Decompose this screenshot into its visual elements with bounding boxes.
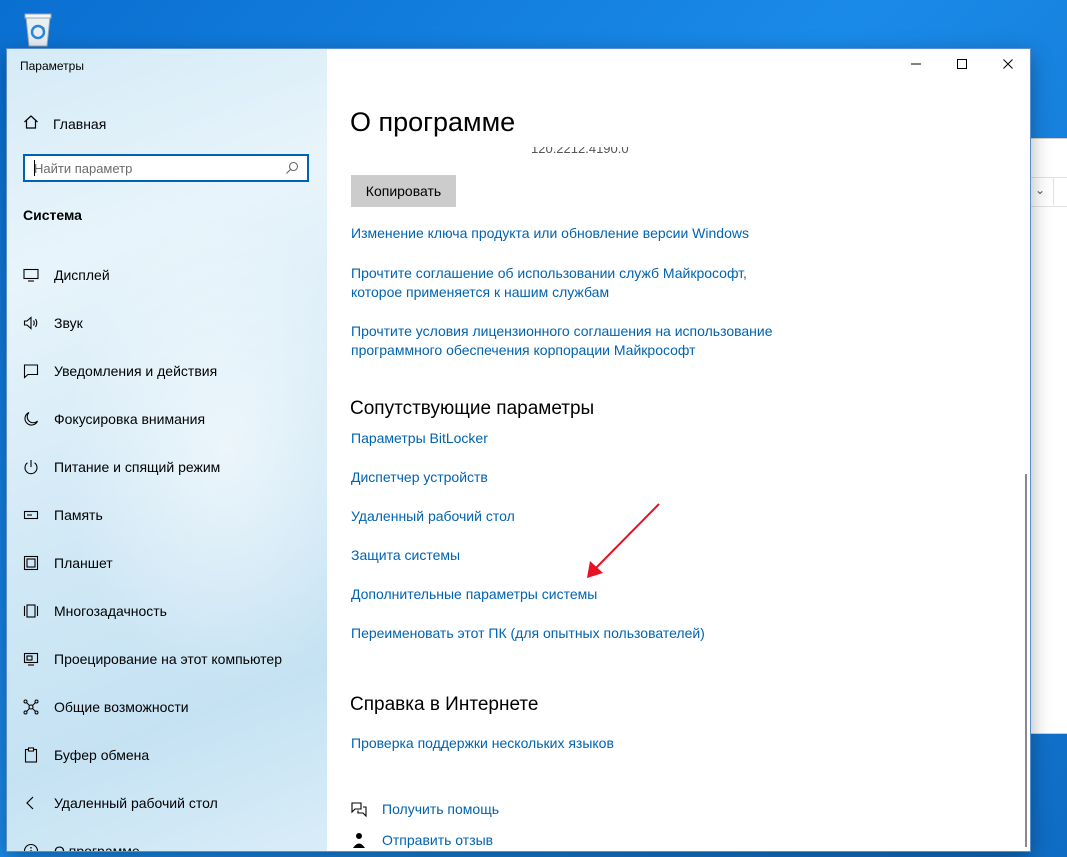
minimize-button[interactable] (893, 49, 939, 83)
search-box[interactable] (23, 154, 309, 182)
sidebar-item-tablet[interactable]: Планшет (7, 539, 327, 587)
arrow-head (587, 561, 603, 578)
shared-experiences-icon (23, 699, 39, 715)
get-help-link[interactable]: Получить помощь (382, 801, 499, 817)
sidebar-item-focus[interactable]: Фокусировка внимания (7, 395, 327, 443)
settings-window: Параметры Главная Система Дисплей Звук (7, 49, 1030, 851)
sidebar-item-label: Общие возможности (54, 699, 189, 715)
services-agreement-line1: Прочтите соглашение об использовании слу… (351, 265, 747, 281)
speaker-icon (23, 315, 39, 331)
sidebar-item-label: Питание и спящий режим (54, 459, 221, 475)
remote-desktop-link[interactable]: Удаленный рабочий стол (351, 507, 515, 526)
red-arrow-annotation (587, 503, 660, 578)
related-settings-heading: Сопутствующие параметры (350, 398, 595, 419)
sidebar-item-label: Планшет (54, 555, 113, 571)
section-label: Система (23, 207, 82, 223)
sidebar-item-sound[interactable]: Звук (7, 299, 327, 347)
feedback-link[interactable]: Отправить отзыв (382, 832, 493, 848)
sidebar-item-label: Фокусировка внимания (54, 411, 206, 427)
sidebar-item-label: Буфер обмена (54, 747, 150, 763)
system-protection-link[interactable]: Защита системы (351, 546, 460, 565)
background-window: ⌄ (1030, 138, 1067, 734)
close-button[interactable] (985, 49, 1030, 83)
page-title: О программе (350, 107, 516, 137)
background-divider (1053, 177, 1054, 205)
recycle-bin-icon[interactable] (18, 8, 58, 48)
sidebar-item-about[interactable]: О программе (7, 827, 327, 851)
projecting-icon (23, 651, 39, 667)
sidebar-item-label: О программе (54, 843, 140, 851)
sidebar-home[interactable]: Главная (23, 113, 106, 135)
tablet-icon (23, 555, 39, 571)
maximize-button[interactable] (939, 49, 985, 83)
sidebar-item-label: Дисплей (54, 267, 110, 283)
bitlocker-link[interactable]: Параметры BitLocker (351, 429, 488, 448)
main-content: О программе 120.2212.4190.0 Копировать И… (327, 49, 1030, 851)
home-label: Главная (53, 116, 107, 132)
help-icon (350, 800, 368, 818)
sidebar-item-power[interactable]: Питание и спящий режим (7, 443, 327, 491)
sidebar-item-display[interactable]: Дисплей (7, 251, 327, 299)
scrollbar[interactable] (1025, 474, 1027, 847)
remote-desktop-icon (23, 795, 39, 811)
minimize-icon (910, 57, 922, 75)
services-agreement-link[interactable]: Прочтите соглашение об использовании слу… (351, 264, 747, 302)
advanced-system-settings-link[interactable]: Дополнительные параметры системы (351, 585, 597, 604)
info-icon (23, 843, 39, 851)
home-icon (23, 114, 39, 135)
sidebar-item-remote-desktop[interactable]: Удаленный рабочий стол (7, 779, 327, 827)
text-caret (34, 160, 35, 176)
online-help-heading: Справка в Интернете (350, 694, 539, 715)
sidebar-item-multitasking[interactable]: Многозадачность (7, 587, 327, 635)
moon-icon (23, 411, 39, 427)
sidebar-item-clipboard[interactable]: Буфер обмена (7, 731, 327, 779)
sidebar-nav: Дисплей Звук Уведомления и действия Фоку… (7, 251, 327, 851)
sidebar-item-storage[interactable]: Память (7, 491, 327, 539)
rename-pc-link[interactable]: Переименовать этот ПК (для опытных польз… (351, 624, 705, 643)
version-text: 120.2212.4190.0 (531, 141, 629, 156)
device-manager-link[interactable]: Диспетчер устройств (351, 468, 488, 487)
change-product-key-link[interactable]: Изменение ключа продукта или обновление … (351, 224, 749, 243)
sidebar-item-projecting[interactable]: Проецирование на этот компьютер (7, 635, 327, 683)
sidebar-item-label: Проецирование на этот компьютер (54, 651, 282, 667)
multitasking-icon (23, 603, 39, 619)
clipboard-icon (23, 747, 39, 763)
sidebar-item-label: Удаленный рабочий стол (54, 795, 218, 811)
maximize-icon (956, 57, 968, 75)
sidebar: Параметры Главная Система Дисплей Звук (7, 49, 327, 851)
chevron-down-icon[interactable]: ⌄ (1035, 183, 1045, 197)
sidebar-item-shared[interactable]: Общие возможности (7, 683, 327, 731)
sidebar-item-label: Многозадачность (54, 603, 167, 619)
feedback-row[interactable]: Отправить отзыв (350, 831, 493, 849)
license-line2: программного обеспечения корпорации Майк… (351, 342, 696, 358)
search-icon[interactable] (284, 160, 300, 176)
license-terms-link[interactable]: Прочтите условия лицензионного соглашени… (351, 322, 773, 360)
storage-icon (23, 507, 39, 523)
display-icon (23, 267, 39, 283)
license-line1: Прочтите условия лицензионного соглашени… (351, 323, 773, 339)
app-title: Параметры (20, 59, 84, 73)
services-agreement-line2: которое применяется к нашим службам (351, 284, 610, 300)
arrow-shaft (592, 503, 660, 572)
sidebar-item-label: Память (54, 507, 103, 523)
sidebar-item-label: Уведомления и действия (54, 363, 218, 379)
sidebar-item-label: Звук (54, 315, 83, 331)
close-icon (1002, 57, 1014, 75)
language-support-link[interactable]: Проверка поддержки нескольких языков (351, 734, 614, 753)
feedback-icon (350, 831, 368, 849)
notification-icon (23, 363, 39, 379)
get-help-row[interactable]: Получить помощь (350, 800, 499, 818)
search-input[interactable] (25, 156, 274, 180)
copy-button[interactable]: Копировать (351, 175, 456, 207)
sidebar-item-notifications[interactable]: Уведомления и действия (7, 347, 327, 395)
power-icon (23, 459, 39, 475)
